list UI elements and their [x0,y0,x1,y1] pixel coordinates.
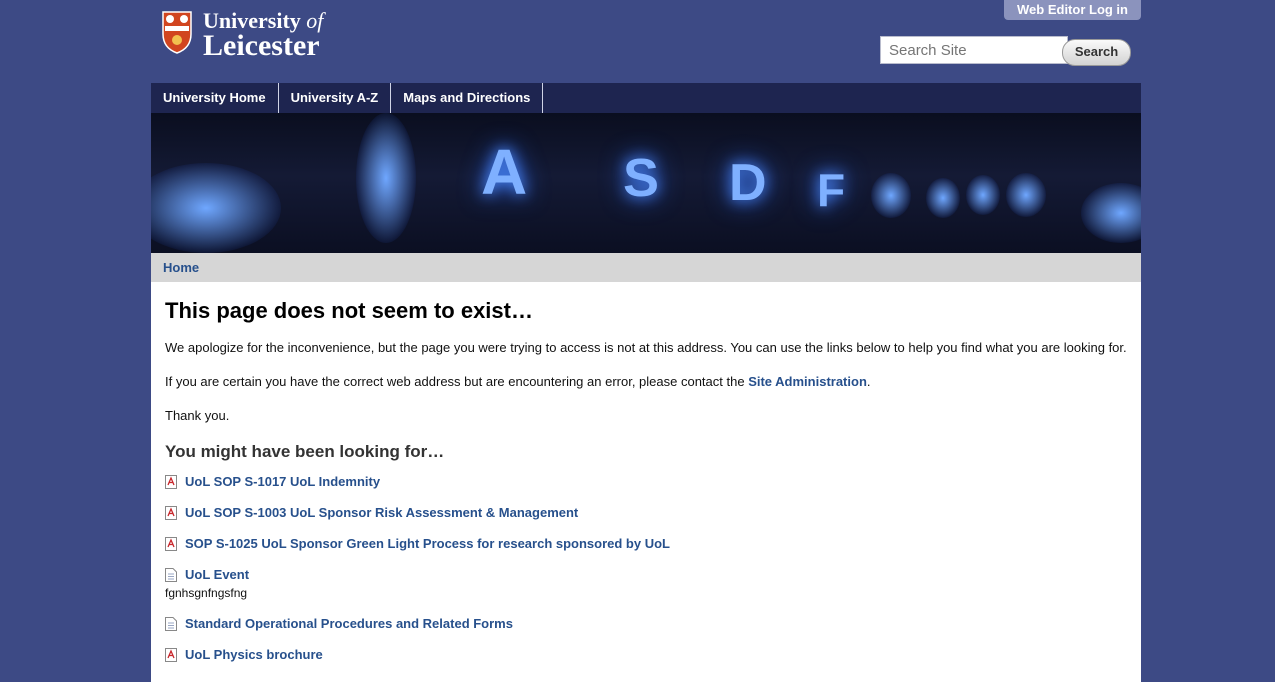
result-link[interactable]: UoL SOP S-1017 UoL Indemnity [185,474,380,489]
site-header: University of Leicester Web Editor Log i… [151,0,1141,83]
banner-glow [1006,173,1046,217]
banner-glow [871,173,911,218]
nav-item-maps-directions[interactable]: Maps and Directions [391,83,544,113]
page-title: This page does not seem to exist… [165,298,533,323]
site-administration-link[interactable]: Site Administration [748,374,867,389]
contact-text: If you are certain you have the correct … [165,374,1127,389]
thanks-text: Thank you. [165,408,230,423]
banner-key-f: F [817,164,846,216]
main-content: This page does not seem to exist… We apo… [151,282,1141,682]
result-link[interactable]: UoL Event [185,567,249,582]
banner-key-s: S [623,148,660,208]
result-link[interactable]: Standard Operational Procedures and Rela… [185,616,513,631]
pdf-icon [165,474,177,489]
banner-key-a: A [481,136,528,208]
result-item: Standard Operational Procedures and Rela… [165,616,1127,631]
result-link[interactable]: UoL SOP S-1003 UoL Sponsor Risk Assessme… [185,505,578,520]
banner-key-d: D [729,154,767,212]
banner-glow [926,178,960,218]
web-editor-login-button[interactable]: Web Editor Log in [1004,0,1141,20]
university-logo[interactable]: University of Leicester [161,10,323,61]
pdf-icon [165,647,177,662]
banner-glow [356,113,416,243]
search-button[interactable]: Search [1062,39,1131,66]
main-nav: University Home University A-Z Maps and … [151,83,1141,113]
contact-text-suffix: . [866,374,871,389]
keyboard-banner-image: A S D F [151,113,1141,253]
nav-item-university-a-z[interactable]: University A-Z [279,83,392,113]
suggestions-heading: You might have been looking for… [165,442,445,461]
breadcrumb-home-link[interactable]: Home [163,260,199,275]
page-wrapper: University of Leicester Web Editor Log i… [151,0,1141,682]
pdf-icon [165,505,177,520]
banner-glow [1081,183,1141,243]
crest-icon [162,11,192,54]
nav-item-university-home[interactable]: University Home [151,83,279,113]
banner-glow [151,163,281,253]
result-item: UoL Physics brochure [165,647,1127,662]
result-description: fgnhsgnfngsfng [165,586,248,600]
page-icon [165,616,177,631]
result-link[interactable]: UoL Physics brochure [185,647,323,662]
search-input[interactable] [880,36,1068,64]
result-item: UoL SOP S-1003 UoL Sponsor Risk Assessme… [165,505,1127,520]
logo-leicester-text: Leicester [203,29,320,62]
contact-text-prefix: If you are certain you have the correct … [165,374,749,389]
result-item: SOP S-1025 UoL Sponsor Green Light Proce… [165,536,1127,551]
page-icon [165,567,177,582]
breadcrumb: Home [151,253,1141,282]
banner-glow [966,175,1000,215]
result-item: UoL SOP S-1017 UoL Indemnity [165,474,1127,489]
pdf-icon [165,536,177,551]
result-item: UoL Event fgnhsgnfngsfng [165,567,1127,600]
result-link[interactable]: SOP S-1025 UoL Sponsor Green Light Proce… [185,536,670,551]
apology-text: We apologize for the inconvenience, but … [165,340,1127,355]
